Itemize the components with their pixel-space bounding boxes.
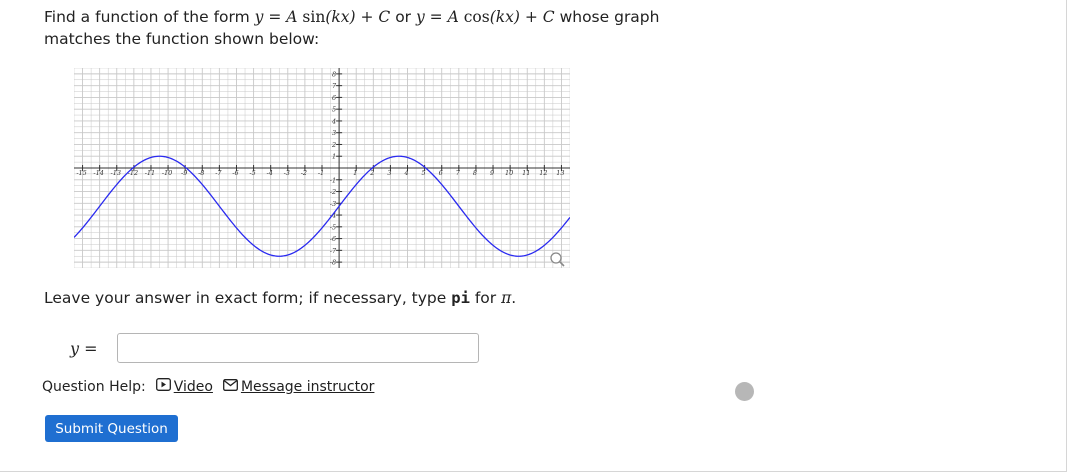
y-tick-label: 4 xyxy=(331,117,336,125)
x-tick-label: 12 xyxy=(539,169,547,177)
x-tick-label: 1 xyxy=(353,169,357,177)
pi-symbol: π xyxy=(501,289,512,307)
x-tick-label: -6 xyxy=(232,169,238,177)
x-tick-label: 3 xyxy=(387,169,391,177)
x-tick-label: -5 xyxy=(249,169,255,177)
function-graph: -15 -14 -13 -12 -11 -10 -9 -8 -7 -6 -5 -4 -3 -2 -1 1 2 3 4… xyxy=(74,68,570,268)
video-link[interactable]: Video xyxy=(155,377,213,397)
submit-question-button[interactable]: Submit Question xyxy=(45,415,178,442)
y-tick-label: -2 xyxy=(330,188,336,196)
help-label: Question Help: xyxy=(42,379,146,395)
y-tick-label: -4 xyxy=(330,212,336,220)
x-tick-label: 9 xyxy=(490,169,494,177)
x-tick-label: -3 xyxy=(284,169,290,177)
question-text: Find a function of the form y = A sin(kx… xyxy=(44,6,744,50)
question-suffix: whose graph xyxy=(559,8,660,26)
x-tick-label: -11 xyxy=(145,169,155,177)
x-tick-label: 8 xyxy=(473,169,477,177)
question-line2: matches the function shown below: xyxy=(44,30,320,48)
x-tick-label: -10 xyxy=(162,169,172,177)
y-tick-label: -7 xyxy=(330,247,337,255)
x-tick-label: 10 xyxy=(505,169,513,177)
answer-row: y = xyxy=(70,333,479,363)
y-tick-label: 2 xyxy=(331,141,336,149)
question-help: Question Help: Video Message instructor xyxy=(42,377,384,397)
question-or: or xyxy=(395,8,416,26)
x-tick-label: -1 xyxy=(318,169,324,177)
x-tick-label: 13 xyxy=(556,169,564,177)
code-pi: pi xyxy=(451,289,470,307)
y-tick-label: -3 xyxy=(330,200,336,208)
x-tick-label: -14 xyxy=(93,169,103,177)
y-tick-label: -1 xyxy=(330,176,336,184)
graph-svg: -15 -14 -13 -12 -11 -10 -9 -8 -7 -6 -5 -4 -3 -2 -1 1 2 3 4… xyxy=(74,68,570,268)
x-tick-label: 7 xyxy=(456,169,461,177)
video-icon xyxy=(155,377,171,397)
y-tick-label: -8 xyxy=(330,259,336,267)
y-tick-label: 1 xyxy=(332,153,336,161)
x-tick-label: -8 xyxy=(198,169,204,177)
question-prefix: Find a function of the form xyxy=(44,8,250,26)
x-tick-label: -15 xyxy=(76,169,86,177)
y-tick-label: 6 xyxy=(332,94,336,102)
message-instructor-link[interactable]: Message instructor xyxy=(222,377,374,397)
y-tick-label: -6 xyxy=(330,235,336,243)
x-tick-label: -4 xyxy=(267,169,273,177)
x-tick-label: 11 xyxy=(522,169,530,177)
x-tick-label: -2 xyxy=(301,169,307,177)
x-tick-label: -9 xyxy=(181,169,187,177)
mail-icon xyxy=(222,377,238,397)
y-tick-label: 3 xyxy=(332,129,336,137)
y-tick-label: 5 xyxy=(332,106,336,114)
x-tick-label: -12 xyxy=(128,169,138,177)
answer-label: y = xyxy=(70,338,98,358)
status-dot xyxy=(735,382,754,401)
tick-labels: -15 -14 -13 -12 -11 -10 -9 -8 -7 -6 -5 -4 -3 -2 -1 1 2 3 4… xyxy=(76,70,564,266)
y-tick-label: 8 xyxy=(332,70,336,78)
instructions: Leave your answer in exact form; if nece… xyxy=(44,289,517,307)
y-tick-label: -5 xyxy=(330,223,336,231)
x-tick-label: 6 xyxy=(439,169,443,177)
x-tick-label: 5 xyxy=(422,169,426,177)
form-cos: y = A cos(kx) + C xyxy=(415,8,555,26)
x-tick-label: -13 xyxy=(111,169,121,177)
x-tick-label: 4 xyxy=(403,169,408,177)
answer-input[interactable] xyxy=(117,333,479,363)
form-sin: y = A sin(kx) + C xyxy=(254,8,391,26)
x-tick-label: -7 xyxy=(215,169,222,177)
